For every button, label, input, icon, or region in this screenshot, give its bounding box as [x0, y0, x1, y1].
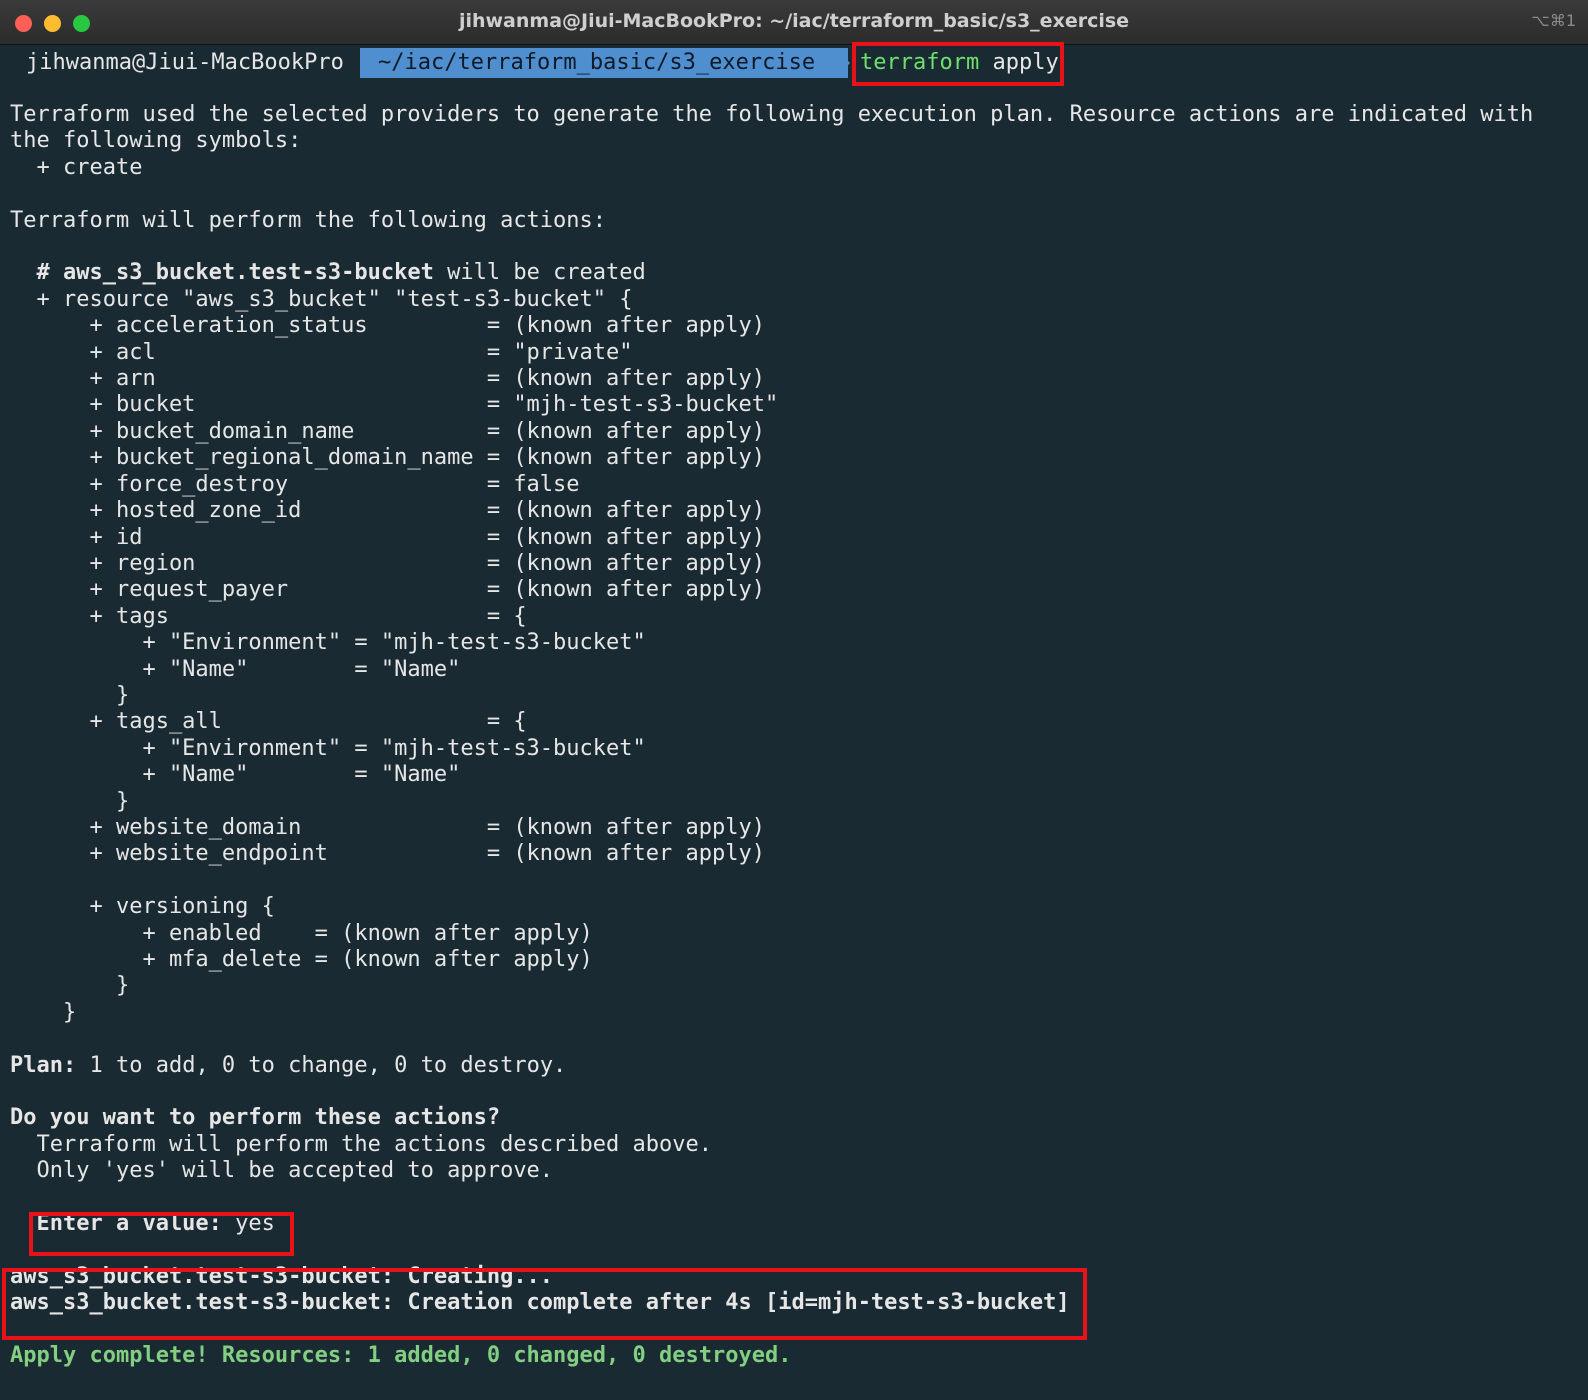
- resource-attr-line: + bucket_domain_name = (known after appl…: [10, 418, 765, 444]
- output-blank-line: [10, 868, 1578, 894]
- output-create-symbol: + create: [10, 154, 143, 180]
- resource-attr-line: + region = (known after apply): [10, 550, 765, 576]
- resource-attr-line: + website_endpoint = (known after apply): [10, 841, 765, 867]
- command-line[interactable]: terraform apply: [860, 45, 1059, 81]
- output-will-perform: Terraform will perform the following act…: [10, 207, 607, 233]
- resource-attr-line: + website_domain = (known after apply): [10, 814, 765, 840]
- resource-attr-line: }: [10, 788, 130, 814]
- resource-comment-name: aws_s3_bucket.test-s3-bucket: [62, 260, 434, 286]
- resource-attr-line: + bucket_regional_domain_name = (known a…: [10, 445, 765, 471]
- resource-attr-line: }: [10, 682, 130, 708]
- command-argument: apply: [992, 50, 1059, 75]
- window-shortcut-label: ⌥⌘1: [1531, 11, 1576, 30]
- confirm-question: Do you want to perform these actions?: [10, 1105, 501, 1131]
- confirm-line-2: Only 'yes' will be accepted to approve.: [10, 1158, 554, 1184]
- terminal-window: jihwanma@Jiui-MacBookPro: ~/iac/terrafor…: [0, 0, 1588, 1400]
- resource-attr-line: + enabled = (known after apply): [10, 920, 593, 946]
- shell-prompt: jihwanma@Jiui-MacBookPro ~/iac/terraform…: [0, 45, 1588, 81]
- resource-attr-line: + hosted_zone_id = (known after apply): [10, 498, 765, 524]
- terminal-output[interactable]: Terraform used the selected providers to…: [10, 102, 1578, 1370]
- resource-open-line: + resource "aws_s3_bucket" "test-s3-buck…: [10, 286, 633, 312]
- prompt-user-host: jihwanma@Jiui-MacBookPro: [26, 50, 344, 75]
- prompt-current-path: ~/iac/terraform_basic/s3_exercise: [360, 48, 848, 78]
- resource-attr-line: + bucket = "mjh-test-s3-bucket": [10, 392, 779, 418]
- enter-value-highlight-box: [29, 1212, 294, 1256]
- resource-attr-line: }: [10, 973, 130, 999]
- resource-attr-line: + versioning {: [10, 894, 275, 920]
- output-blank-line: [10, 1079, 1578, 1105]
- resource-attr-line: + tags_all = {: [10, 709, 527, 735]
- window-title: jihwanma@Jiui-MacBookPro: ~/iac/terrafor…: [458, 10, 1130, 32]
- resource-comment-rest: will be created: [433, 260, 646, 286]
- output-intro-line-2: the following symbols:: [10, 128, 302, 154]
- resource-comment-hash: #: [10, 260, 63, 286]
- resource-attr-line: + tags = {: [10, 603, 527, 629]
- resource-attr-line: + arn = (known after apply): [10, 366, 765, 392]
- resource-attr-line: + "Environment" = "mjh-test-s3-bucket": [10, 630, 646, 656]
- resource-attr-line: + "Environment" = "mjh-test-s3-bucket": [10, 735, 646, 761]
- apply-complete-line: Apply complete! Resources: 1 added, 0 ch…: [10, 1343, 792, 1369]
- resource-attr-line: + "Name" = "Name": [10, 762, 461, 788]
- output-intro-line-1: Terraform used the selected providers to…: [10, 102, 1534, 127]
- output-blank-line: [10, 181, 1578, 207]
- plan-summary: Plan: 1 to add, 0 to change, 0 to destro…: [10, 1053, 1578, 1079]
- resource-attr-line: + acl = "private": [10, 339, 633, 365]
- resource-attr-line: + mfa_delete = (known after apply): [10, 947, 593, 972]
- resource-attr-line: + acceleration_status = (known after app…: [10, 313, 765, 339]
- command-name: terraform: [860, 50, 980, 75]
- output-blank-line: [10, 1185, 1578, 1211]
- plan-counts: 1 to add, 0 to change, 0 to destroy.: [76, 1052, 567, 1078]
- prompt-path-arrow-icon: [836, 48, 850, 78]
- output-blank-line: [10, 234, 1578, 260]
- resource-attr-line: + force_destroy = false: [10, 471, 580, 497]
- title-bar[interactable]: jihwanma@Jiui-MacBookPro: ~/iac/terrafor…: [0, 0, 1588, 45]
- resource-attr-line: + request_payer = (known after apply): [10, 577, 765, 603]
- creation-result-highlight-box: [2, 1268, 1087, 1340]
- plan-label: Plan:: [10, 1052, 77, 1078]
- output-blank-line: [10, 1026, 1578, 1052]
- confirm-line-1: Terraform will perform the actions descr…: [10, 1131, 712, 1157]
- resource-attr-line: + id = (known after apply): [10, 524, 765, 550]
- resource-attr-line: + "Name" = "Name": [10, 656, 461, 682]
- resource-attr-line: }: [10, 999, 77, 1025]
- resource-comment: # aws_s3_bucket.test-s3-bucket will be c…: [10, 260, 1578, 286]
